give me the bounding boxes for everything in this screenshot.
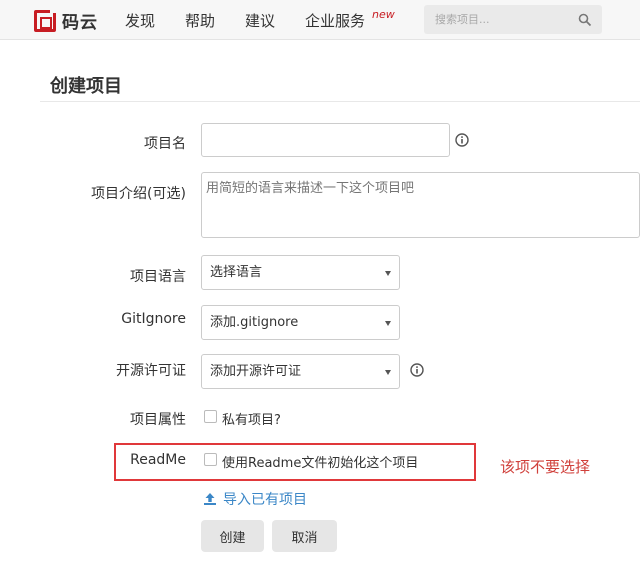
info-icon[interactable] (410, 363, 424, 377)
upload-icon (204, 493, 216, 505)
search-icon[interactable] (578, 13, 592, 27)
license-select[interactable]: 添加开源许可证 (201, 354, 400, 389)
nav-item-suggest[interactable]: 建议 (245, 10, 275, 31)
project-lang-select[interactable]: 选择语言 (201, 255, 400, 290)
private-checkbox[interactable] (204, 410, 217, 423)
create-button[interactable]: 创建 (201, 520, 264, 552)
readme-label: ReadMe (130, 452, 186, 468)
page-title: 创建项目 (50, 76, 122, 97)
readme-checkbox-label[interactable]: 使用Readme文件初始化这个项目 (222, 452, 418, 471)
cancel-button[interactable]: 取消 (272, 520, 337, 552)
project-name-input[interactable] (201, 123, 450, 157)
project-desc-input[interactable] (201, 172, 640, 238)
license-label: 开源许可证 (116, 363, 186, 379)
nav-item-enterprise[interactable]: 企业服务 (305, 10, 365, 31)
nav-item-help[interactable]: 帮助 (185, 10, 215, 31)
search-box (424, 5, 602, 34)
search-input[interactable] (424, 5, 574, 34)
title-divider (40, 101, 640, 102)
logo[interactable]: 码云 (34, 8, 98, 33)
chevron-down-icon (385, 370, 391, 375)
private-checkbox-label[interactable]: 私有项目? (222, 409, 281, 428)
gitignore-select[interactable]: 添加.gitignore (201, 305, 400, 340)
project-attr-label: 项目属性 (130, 412, 186, 428)
logo-text: 码云 (62, 13, 98, 33)
gitignore-label: GitIgnore (121, 311, 186, 327)
chevron-down-icon (385, 321, 391, 326)
import-project-label: 导入已有项目 (223, 492, 307, 508)
chevron-down-icon (385, 271, 391, 276)
project-lang-label: 项目语言 (130, 269, 186, 285)
new-badge: new (372, 8, 395, 21)
info-icon[interactable] (455, 133, 469, 147)
license-value: 添加开源许可证 (210, 364, 302, 379)
annotation-note: 该项不要选择 (500, 458, 591, 476)
logo-icon (34, 9, 56, 32)
import-project-link[interactable]: 导入已有项目 (203, 489, 307, 509)
nav-item-discover[interactable]: 发现 (125, 10, 155, 31)
gitignore-value: 添加.gitignore (210, 315, 299, 330)
project-desc-label: 项目介绍(可选) (91, 186, 186, 202)
project-lang-value: 选择语言 (210, 265, 263, 280)
project-name-label: 项目名 (144, 136, 186, 152)
readme-checkbox[interactable] (204, 453, 217, 466)
top-nav-bar: 码云 发现 帮助 建议 企业服务 new (0, 0, 640, 40)
